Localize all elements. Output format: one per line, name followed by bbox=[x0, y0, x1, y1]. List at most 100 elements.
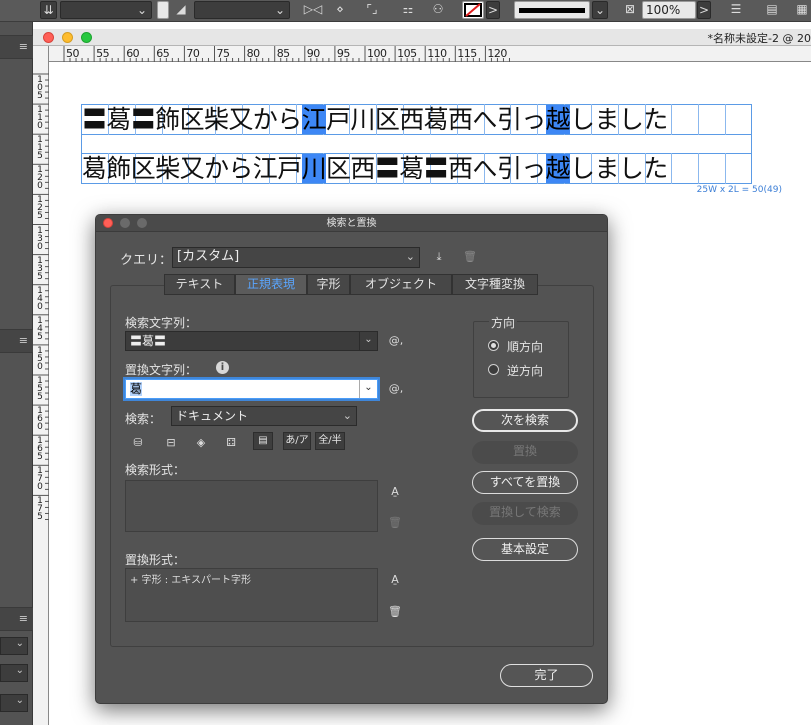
include-footnotes-icon[interactable]: ▤ bbox=[253, 432, 273, 450]
select-dropdown-2[interactable]: ⌄ bbox=[194, 1, 290, 19]
done-button[interactable]: 完了 bbox=[500, 664, 593, 687]
reference-point-icon[interactable]: ⌜⌟ bbox=[360, 1, 384, 19]
tab-1[interactable]: 正規表現 bbox=[235, 274, 307, 295]
ruler-label: 1 4 0 bbox=[37, 285, 43, 312]
fill-none-swatch[interactable] bbox=[462, 1, 484, 19]
change-to-input[interactable]: 葛 ⌄ bbox=[125, 379, 378, 399]
menu-icon[interactable]: ≡ bbox=[19, 612, 28, 625]
special-characters-icon[interactable]: @, bbox=[385, 332, 407, 350]
chevron-down-icon[interactable]: ⌄ bbox=[359, 332, 377, 350]
search-scope-select[interactable]: ドキュメント ⌄ bbox=[171, 406, 357, 426]
include-hidden-layers-icon[interactable]: ◈ bbox=[190, 434, 212, 452]
minimize-window-button[interactable] bbox=[62, 32, 73, 43]
ruler-label: 1 1 0 bbox=[37, 105, 43, 132]
tab-3[interactable]: オブジェクト bbox=[350, 274, 452, 295]
ruler-label: 115 bbox=[457, 47, 477, 60]
stroke-style-dropdown[interactable] bbox=[514, 1, 590, 19]
zoom-arrow-button[interactable]: > bbox=[697, 1, 711, 19]
panel-row: ≡ bbox=[0, 35, 33, 59]
chevron-down-icon: ⌄ bbox=[594, 3, 606, 17]
include-locked-layers-icon[interactable]: ⛁ bbox=[127, 434, 149, 452]
clear-change-format-icon[interactable]: 🗑 bbox=[384, 603, 406, 621]
find-format-box[interactable] bbox=[125, 480, 378, 532]
text-wrap-icon[interactable]: ☰ bbox=[726, 1, 746, 19]
kana-sensitive-toggle[interactable]: あ/ア bbox=[283, 432, 311, 450]
left-panel-strip: ≡ ≡ ≡ ⌄ ⌄ ⌄ bbox=[0, 22, 33, 725]
frame-icon[interactable]: ▦ bbox=[794, 1, 810, 19]
distribute-icon[interactable]: ⚇ bbox=[426, 1, 450, 19]
save-query-icon[interactable]: ⤓ bbox=[428, 248, 450, 266]
ruler-label: 50 bbox=[66, 47, 80, 60]
direction-group bbox=[473, 321, 569, 398]
left-dropdown-2[interactable]: ⌄ bbox=[0, 664, 28, 682]
align-icon[interactable]: ⇊ bbox=[40, 1, 57, 19]
change-all-button[interactable]: すべてを置換 bbox=[472, 471, 578, 494]
arrange-icon[interactable]: ⚏ bbox=[398, 1, 418, 19]
query-value: [カスタム] bbox=[177, 249, 240, 264]
slant-icon[interactable]: ◢ bbox=[172, 1, 190, 19]
document-title: *名称未設定-2 @ 20 bbox=[707, 32, 811, 45]
document-title-bar: *名称未設定-2 @ 20 bbox=[33, 29, 811, 46]
chevron-down-icon: ⌄ bbox=[15, 638, 24, 649]
stroke-chevron[interactable]: ⌄ bbox=[592, 1, 608, 19]
find-what-input[interactable]: 〓葛〓 ⌄ bbox=[125, 331, 378, 351]
menu-icon[interactable]: ≡ bbox=[19, 334, 28, 347]
dialog-title: 検索と置換 bbox=[326, 218, 377, 229]
ruler-label: 90 bbox=[306, 47, 321, 60]
arrow-button[interactable]: > bbox=[486, 1, 500, 19]
chevron-down-icon: ⌄ bbox=[136, 3, 147, 17]
find-what-value: 〓葛〓 bbox=[130, 334, 167, 348]
search-label: 検索： bbox=[125, 412, 162, 426]
close-dialog-button[interactable] bbox=[103, 218, 113, 228]
info-icon[interactable]: i bbox=[216, 361, 229, 374]
left-dropdown-1[interactable]: ⌄ bbox=[0, 637, 28, 655]
ruler-label: 1 5 5 bbox=[37, 376, 43, 402]
stroke-swatch[interactable] bbox=[157, 1, 169, 19]
tab-0[interactable]: テキスト bbox=[164, 274, 235, 295]
include-locked-stories-icon[interactable]: ⊟ bbox=[160, 434, 182, 452]
change-to-value: 葛 bbox=[130, 382, 143, 396]
specify-find-format-icon[interactable]: A̱ bbox=[384, 483, 406, 501]
chevron-down-icon: ⌄ bbox=[15, 665, 24, 676]
ruler-label: 85 bbox=[276, 47, 291, 60]
zoom-field[interactable]: 100% bbox=[642, 1, 696, 19]
fewer-options-button[interactable]: 基本設定 bbox=[472, 538, 578, 561]
direction-backward-radio[interactable] bbox=[488, 364, 499, 375]
width-sensitive-toggle[interactable]: 全/半 bbox=[315, 432, 345, 450]
close-window-button[interactable] bbox=[43, 32, 54, 43]
specify-change-format-icon[interactable]: A̱ bbox=[384, 571, 406, 589]
query-select[interactable]: [カスタム] ⌄ bbox=[172, 247, 420, 268]
include-master-pages-icon[interactable]: ⚃ bbox=[220, 434, 242, 452]
clear-find-format-icon[interactable]: 🗑 bbox=[384, 514, 406, 532]
zoom-dialog-button bbox=[137, 218, 147, 228]
left-dropdown-3[interactable]: ⌄ bbox=[0, 694, 28, 712]
text-line-1[interactable]: 〓葛〓飾区柴又から江戸川区西葛西へ引っ越しました bbox=[82, 105, 751, 134]
ruler-label: 110 bbox=[427, 47, 447, 60]
change-button[interactable]: 置換 bbox=[472, 441, 578, 464]
frame-grid-info: 25W x 2L = 50(49) bbox=[696, 185, 782, 195]
zoom-window-button[interactable] bbox=[81, 32, 92, 43]
change-find-button[interactable]: 置換して検索 bbox=[472, 502, 578, 525]
ruler-label: 1 0 5 bbox=[37, 75, 43, 101]
text-line-2[interactable]: 葛飾区柴又から江戸川区西〓葛〓西へ引っ越しました bbox=[82, 154, 751, 183]
columns-icon[interactable]: ▤ bbox=[762, 1, 782, 19]
direction-forward-radio[interactable] bbox=[488, 340, 499, 351]
change-format-label: 置換形式： bbox=[125, 553, 186, 567]
change-format-box[interactable]: + 字形 : エキスパート字形 bbox=[125, 568, 378, 622]
find-next-button[interactable]: 次を検索 bbox=[472, 409, 578, 432]
width-label: 全/半 bbox=[318, 435, 342, 446]
delete-query-icon[interactable]: 🗑 bbox=[459, 248, 481, 266]
flip-horizontal-icon[interactable]: ▷◁ bbox=[302, 1, 324, 19]
flip-vertical-icon[interactable]: ⋄ bbox=[330, 1, 350, 19]
tab-4[interactable]: 文字種変換 bbox=[452, 274, 538, 295]
ruler-label: 1 1 5 bbox=[37, 135, 43, 162]
chevron-down-icon[interactable]: ⌄ bbox=[359, 380, 377, 398]
select-dropdown-1[interactable]: ⌄ bbox=[60, 1, 152, 19]
ruler-label: 95 bbox=[336, 47, 351, 60]
control-bar: ⇊ ⌄ ◢ ⌄ ▷◁ ⋄ ⌜⌟ ⚏ ⚇ > ⌄ ⊠ 100% > ☰ ▤ ▦ bbox=[0, 0, 811, 22]
ruler-label: 120 bbox=[487, 47, 507, 60]
menu-icon[interactable]: ≡ bbox=[19, 40, 28, 53]
tab-2[interactable]: 字形 bbox=[307, 274, 350, 295]
special-characters-icon[interactable]: @, bbox=[385, 380, 407, 398]
fit-icon[interactable]: ⊠ bbox=[620, 1, 640, 19]
